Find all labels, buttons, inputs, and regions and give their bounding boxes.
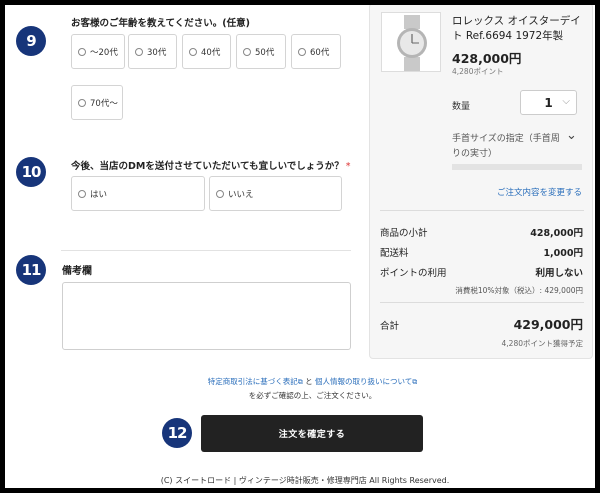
checkout-page: 9 お客様のご年齢を教えてください。(任意) ～20代 30代 40代 50代 …	[0, 0, 600, 493]
age-option-label: 60代	[310, 47, 330, 58]
radio-icon	[243, 47, 251, 56]
age-option-30s[interactable]: 30代	[128, 34, 177, 69]
age-option-50s[interactable]: 50代	[236, 34, 286, 69]
tax-note: 消費税10%対象（税込）: 429,000円	[455, 286, 583, 295]
age-option-60s[interactable]: 60代	[291, 34, 341, 69]
radio-icon	[298, 47, 306, 56]
change-order-link[interactable]: ご注文内容を変更する	[452, 186, 582, 198]
age-option-label: 40代	[201, 47, 221, 58]
shipping-label: 配送料	[380, 248, 409, 259]
dm-option-yes[interactable]: はい	[71, 176, 205, 211]
wrist-size-label[interactable]: 手首サイズの指定（手首周りの実寸）	[452, 132, 562, 162]
wrist-size-bar	[452, 164, 582, 170]
terms-line-2: を必ずご確認の上、ご注文ください。	[248, 391, 377, 400]
product-price: 428,000円	[452, 51, 522, 66]
terms-and: と	[305, 377, 313, 386]
total-value: 429,000円	[513, 317, 583, 332]
chevron-down-icon[interactable]: ⌄	[566, 128, 577, 143]
section-divider	[61, 250, 351, 251]
dm-option-label: はい	[90, 189, 108, 200]
external-link-icon: ⧉	[412, 378, 418, 386]
panel-divider	[380, 210, 584, 211]
step-10-badge: 10	[16, 157, 46, 187]
step-9-badge: 9	[16, 26, 46, 56]
quantity-label: 数量	[452, 102, 471, 112]
panel-divider	[380, 302, 584, 303]
quantity-value: 1	[544, 95, 553, 110]
age-option-20s[interactable]: ～20代	[71, 34, 125, 69]
footer-copyright: (C) スイートロード | ヴィンテージ時計販売・修理専門店 All Right…	[160, 476, 450, 485]
radio-icon	[189, 47, 197, 56]
product-thumbnail	[381, 12, 441, 72]
points-usage-row: ポイントの利用 利用しない	[380, 265, 583, 279]
age-option-70s[interactable]: 70代～	[71, 85, 123, 120]
radio-icon	[78, 98, 86, 107]
radio-icon	[216, 189, 224, 198]
chevron-down-icon: ⌵	[562, 96, 570, 107]
age-question-title: お客様のご年齢を教えてください。(任意)	[71, 18, 250, 29]
watch-icon	[397, 15, 427, 71]
subtotal-row: 商品の小計 428,000円	[380, 225, 583, 239]
total-label: 合計	[380, 321, 400, 332]
order-summary-panel: ロレックス オイスターデイト Ref.6694 1972年製 428,000円 …	[369, 5, 593, 359]
product-title: ロレックス オイスターデイト Ref.6694 1972年製	[452, 15, 581, 42]
dm-option-no[interactable]: いいえ	[209, 176, 342, 211]
age-option-label: 30代	[147, 47, 167, 58]
total-row: 合計 429,000円	[380, 314, 583, 333]
dm-question-title: 今後、当店のDMを送付させていただいても宜しいでしょうか？ *	[71, 158, 351, 172]
terms-line-1: 特定商取引法に基づく表記⧉ と 個人情報の取り扱いについて⧉	[165, 375, 460, 389]
shipping-value: 1,000円	[543, 248, 583, 259]
terms-notice: 特定商取引法に基づく表記⧉ と 個人情報の取り扱いについて⧉ を必ずご確認の上、…	[165, 375, 460, 402]
privacy-policy-link[interactable]: 個人情報の取り扱いについて	[315, 377, 412, 386]
required-mark: *	[345, 161, 351, 172]
step-11-badge: 11	[16, 255, 46, 285]
age-option-40s[interactable]: 40代	[182, 34, 231, 69]
remarks-textarea[interactable]	[62, 282, 351, 350]
remarks-title: 備考欄	[62, 266, 92, 277]
earn-points-note: 4,280ポイント獲得予定	[501, 339, 583, 348]
confirm-order-button[interactable]: 注文を確定する	[201, 415, 423, 452]
product-points: 4,280ポイント	[452, 67, 504, 76]
subtotal-value: 428,000円	[530, 228, 583, 239]
age-option-label: 50代	[255, 47, 275, 58]
age-option-label: ～20代	[90, 47, 118, 58]
dm-question-text: 今後、当店のDMを送付させていただいても宜しいでしょうか？	[71, 161, 344, 172]
radio-icon	[78, 189, 86, 198]
step-12-badge: 12	[162, 418, 192, 448]
subtotal-label: 商品の小計	[380, 228, 428, 239]
age-option-label: 70代～	[90, 98, 118, 109]
dm-option-label: いいえ	[228, 189, 254, 200]
points-usage-value: 利用しない	[535, 268, 583, 279]
shipping-row: 配送料 1,000円	[380, 245, 583, 259]
quantity-select[interactable]: 1 ⌵	[520, 90, 577, 115]
external-link-icon: ⧉	[297, 378, 303, 386]
radio-icon	[78, 47, 86, 56]
legal-notice-link[interactable]: 特定商取引法に基づく表記	[208, 377, 298, 386]
radio-icon	[135, 47, 143, 56]
points-usage-label: ポイントの利用	[380, 268, 447, 279]
